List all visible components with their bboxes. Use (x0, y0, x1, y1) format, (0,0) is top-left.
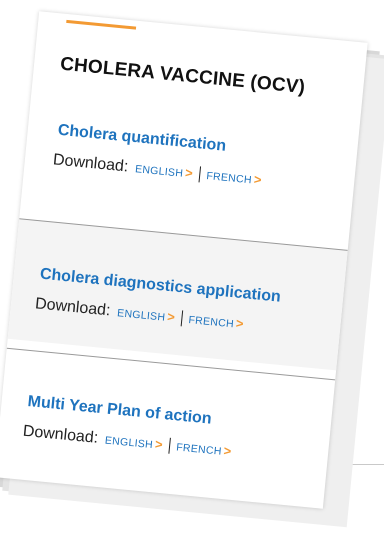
card-title: CHOLERA VACCINE (OCV) (59, 53, 307, 99)
download-row: Download: ENGLISH> FRENCH> (52, 151, 262, 189)
download-english-link[interactable]: ENGLISH> (117, 304, 176, 325)
download-english-link[interactable]: ENGLISH> (135, 160, 194, 181)
download-label: Download: (52, 151, 130, 176)
download-label: Download: (34, 295, 112, 320)
item-title-link[interactable]: Multi Year Plan of action (27, 393, 212, 429)
download-french-link[interactable]: FRENCH> (206, 167, 263, 187)
item-title-link[interactable]: Cholera quantification (57, 122, 227, 156)
link-label: ENGLISH (116, 307, 166, 324)
chevron-right-icon: > (154, 436, 164, 453)
link-separator (168, 437, 172, 454)
chevron-right-icon: > (235, 315, 245, 332)
accent-bar (66, 19, 137, 30)
chevron-right-icon: > (166, 308, 176, 325)
resource-card: CHOLERA VACCINE (OCV) Cholera quantifica… (0, 11, 368, 509)
chevron-right-icon: > (223, 443, 233, 459)
link-label: FRENCH (205, 170, 253, 187)
chevron-right-icon: > (184, 165, 194, 181)
link-label: ENGLISH (134, 163, 184, 180)
resource-item-cholera-diagnostics: Cholera diagnostics application Download… (7, 218, 348, 371)
download-french-link[interactable]: FRENCH> (188, 311, 245, 331)
link-label: ENGLISH (104, 434, 154, 452)
download-label: Download: (22, 422, 99, 447)
chevron-right-icon: > (253, 171, 263, 188)
link-label: FRENCH (187, 314, 235, 331)
download-row: Download: ENGLISH> FRENCH> (34, 295, 244, 333)
download-english-link[interactable]: ENGLISH> (104, 432, 163, 453)
download-row: Download: ENGLISH> FRENCH> (22, 423, 232, 461)
link-separator (198, 166, 202, 183)
link-separator (180, 310, 184, 327)
link-label: FRENCH (175, 441, 223, 458)
download-french-link[interactable]: FRENCH> (176, 438, 233, 458)
